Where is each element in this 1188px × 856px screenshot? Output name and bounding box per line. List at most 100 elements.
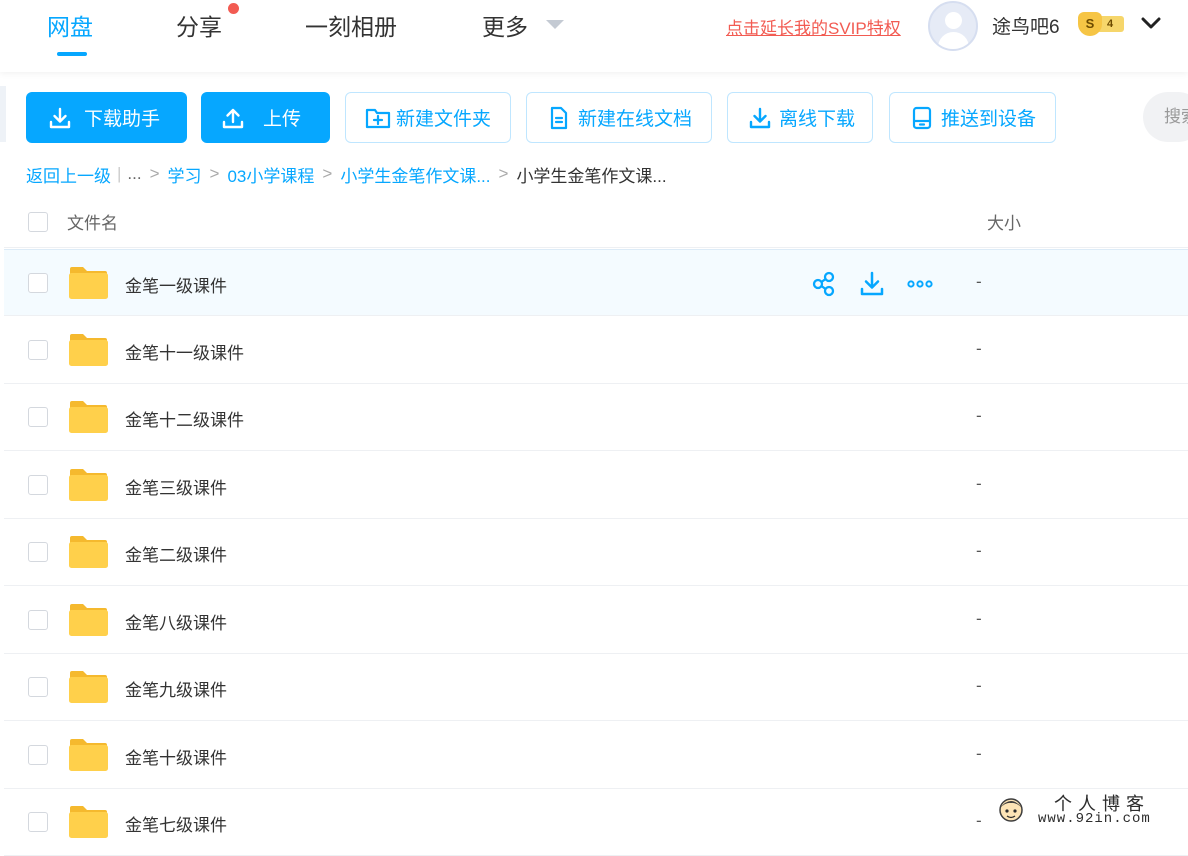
breadcrumb-divider: | (117, 164, 122, 183)
file-name[interactable]: 金笔十二级课件 (125, 406, 244, 431)
folder-icon (69, 671, 108, 703)
file-size: - (976, 744, 982, 763)
file-size: - (976, 474, 982, 493)
folder-icon (69, 806, 108, 838)
file-name[interactable]: 金笔十级课件 (125, 744, 227, 769)
row-checkbox[interactable] (28, 812, 48, 832)
new-online-doc-label: 新建在线文档 (578, 109, 693, 130)
select-all-checkbox[interactable] (28, 212, 48, 232)
download-icon (749, 107, 771, 128)
file-name[interactable]: 金笔三级课件 (125, 474, 227, 499)
active-tab-indicator (57, 52, 87, 56)
row-checkbox[interactable] (28, 542, 48, 562)
avatar-head (945, 12, 962, 29)
breadcrumb-separator: > (498, 164, 509, 183)
tab-album[interactable]: 一刻相册 (305, 8, 397, 42)
file-name[interactable]: 金笔九级课件 (125, 676, 227, 701)
folder-icon (69, 401, 108, 433)
folder-plus-icon (365, 108, 391, 128)
download-helper-button[interactable]: 下载助手 (26, 92, 187, 143)
watermark-url: www.92in.com (1038, 811, 1151, 827)
folder-icon (69, 334, 108, 366)
notification-dot (228, 3, 239, 14)
folder-icon (69, 739, 108, 771)
breadcrumb-back[interactable]: 返回上一级 (26, 162, 111, 187)
mascot-icon (999, 798, 1023, 822)
table-row[interactable]: 金笔九级课件 - (4, 654, 1188, 721)
new-online-doc-button[interactable]: 新建在线文档 (526, 92, 712, 143)
share-icon[interactable] (810, 270, 838, 298)
table-row[interactable]: 金笔十二级课件 - (4, 384, 1188, 451)
device-icon (912, 106, 932, 129)
upload-icon (222, 108, 244, 128)
file-name[interactable]: 金笔一级课件 (125, 272, 227, 297)
table-row[interactable]: 金笔二级课件 - (4, 519, 1188, 586)
file-size: - (976, 811, 982, 830)
tab-more[interactable]: 更多 (482, 8, 528, 42)
more-icon[interactable] (906, 270, 934, 298)
folder-icon (69, 604, 108, 636)
download-icon (49, 107, 71, 128)
breadcrumb-separator: > (322, 164, 333, 183)
download-helper-label: 下载助手 (84, 109, 161, 130)
push-to-device-button[interactable]: 推送到设备 (889, 92, 1056, 143)
folder-icon (69, 536, 108, 568)
breadcrumb: 返回上一级 | ... > 学习 > 03小学课程 > 小学生金笔作文课... … (26, 162, 667, 186)
table-row[interactable]: 金笔十级课件 - (4, 722, 1188, 789)
offline-download-button[interactable]: 离线下载 (727, 92, 873, 143)
username[interactable]: 途鸟吧6 (992, 12, 1060, 39)
file-name[interactable]: 金笔十一级课件 (125, 339, 244, 364)
tab-share[interactable]: 分享 (176, 8, 222, 42)
column-header-name[interactable]: 文件名 (67, 209, 118, 234)
upload-label: 上传 (263, 109, 302, 130)
row-checkbox[interactable] (28, 407, 48, 427)
new-folder-button[interactable]: 新建文件夹 (345, 92, 511, 143)
table-row[interactable]: 金笔三级课件 - (4, 452, 1188, 519)
document-icon (550, 106, 568, 129)
file-table-header: 文件名 大小 (4, 198, 1188, 248)
file-name[interactable]: 金笔八级课件 (125, 609, 227, 634)
avatar[interactable] (928, 1, 978, 51)
chevron-down-icon[interactable] (1140, 12, 1162, 34)
breadcrumb-item[interactable]: 小学生金笔作文课... (340, 162, 490, 187)
row-actions (810, 270, 940, 298)
table-row[interactable]: 金笔一级课件 - (4, 249, 1188, 316)
breadcrumb-separator: > (209, 164, 220, 183)
search-input[interactable]: 搜索 (1143, 92, 1188, 142)
file-size: - (976, 541, 982, 560)
file-size: - (976, 272, 982, 291)
file-name[interactable]: 金笔七级课件 (125, 811, 227, 836)
download-icon[interactable] (858, 270, 886, 298)
site-watermark: 个人博客 www.92in.com (992, 790, 1188, 832)
file-size: - (976, 676, 982, 695)
top-nav-bar: 网盘 分享 一刻相册 更多 点击延长我的SVIP特权 途鸟吧6 4 S (0, 0, 1188, 72)
push-to-device-label: 推送到设备 (941, 109, 1037, 130)
upload-button[interactable]: 上传 (201, 92, 330, 143)
tab-netdisk[interactable]: 网盘 (47, 8, 93, 42)
vip-shield-icon: S (1078, 12, 1102, 36)
row-checkbox[interactable] (28, 273, 48, 293)
new-folder-label: 新建文件夹 (396, 109, 492, 130)
breadcrumb-item[interactable]: 学习 (168, 162, 202, 187)
breadcrumb-current: 小学生金笔作文课... (516, 166, 667, 186)
file-size: - (976, 609, 982, 628)
row-checkbox[interactable] (28, 340, 48, 360)
row-checkbox[interactable] (28, 745, 48, 765)
row-checkbox[interactable] (28, 475, 48, 495)
row-checkbox[interactable] (28, 677, 48, 697)
vip-level-badge[interactable]: 4 S (1078, 12, 1126, 36)
row-checkbox[interactable] (28, 610, 48, 630)
file-size: - (976, 406, 982, 425)
breadcrumb-item[interactable]: 03小学课程 (227, 162, 314, 187)
sidebar-edge (0, 86, 6, 142)
folder-icon (69, 267, 108, 299)
caret-down-icon[interactable] (546, 20, 564, 29)
breadcrumb-separator: > (149, 164, 160, 183)
breadcrumb-ellipsis[interactable]: ... (127, 164, 141, 184)
file-name[interactable]: 金笔二级课件 (125, 541, 227, 566)
column-header-size[interactable]: 大小 (987, 209, 1021, 234)
avatar-body (938, 32, 969, 49)
table-row[interactable]: 金笔十一级课件 - (4, 317, 1188, 384)
table-row[interactable]: 金笔八级课件 - (4, 587, 1188, 654)
svip-extend-link[interactable]: 点击延长我的SVIP特权 (726, 14, 901, 39)
